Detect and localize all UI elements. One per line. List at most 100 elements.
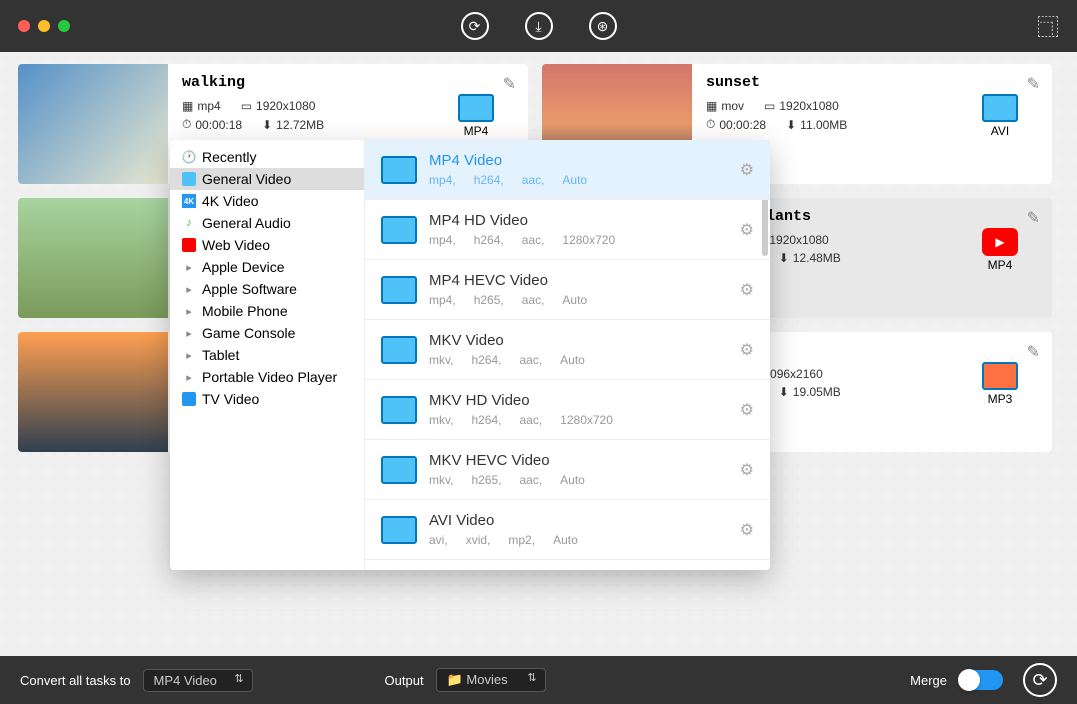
duration-meta: ⏱ 00:00:28	[706, 117, 766, 132]
thumbnail	[18, 64, 168, 184]
format-mkv-video[interactable]: MKV Video mkv,h264,aac,Auto ⚙	[365, 320, 770, 380]
category-general-video[interactable]: General Video	[170, 168, 364, 190]
format-label: MP4	[982, 258, 1018, 272]
output-label: Output	[385, 673, 424, 688]
thumbnail	[18, 198, 168, 318]
output-format-badge[interactable]: MP3	[982, 362, 1018, 406]
gear-icon[interactable]: ⚙	[740, 220, 754, 240]
clock-icon	[182, 150, 196, 164]
convert-button[interactable]: ⟳	[1023, 663, 1057, 697]
edit-icon[interactable]: ✎	[1027, 74, 1040, 94]
gear-icon[interactable]: ⚙	[740, 340, 754, 360]
top-nav: ⟳ ⤓ ⊛	[461, 12, 617, 40]
mp4-hd-icon	[381, 216, 417, 244]
format-title: MP4 HEVC Video	[429, 272, 728, 289]
output-folder-select[interactable]: 📁 Movies	[436, 668, 546, 692]
category-mobile-phone[interactable]: Mobile Phone	[170, 300, 364, 322]
format-title: MP4 Video	[429, 152, 728, 169]
chevron-right-icon	[182, 370, 196, 384]
gear-icon[interactable]: ⚙	[740, 460, 754, 480]
format-specs: mp4,h265,aac,Auto	[429, 293, 728, 307]
format-mp4-hd-video[interactable]: MP4 HD Video mp4,h264,aac,1280x720 ⚙	[365, 200, 770, 260]
media-tab-icon[interactable]: ⊛	[589, 12, 617, 40]
category-tv-video[interactable]: TV Video	[170, 388, 364, 410]
format-mp4-video[interactable]: MP4 Video mp4,h264,aac,Auto ⚙	[365, 140, 770, 200]
video-title: walking	[182, 74, 514, 91]
resolution-meta: ▭ 1920x1080	[764, 99, 839, 113]
size-meta: ⬇ 19.05MB	[779, 385, 841, 399]
format-specs: mkv,h265,aac,Auto	[429, 473, 728, 487]
audio-icon	[182, 216, 196, 230]
format-icon	[458, 94, 494, 122]
size-meta: ⬇ 11.00MB	[786, 117, 847, 132]
format-mp4-hevc-video[interactable]: MP4 HEVC Video mp4,h265,aac,Auto ⚙	[365, 260, 770, 320]
close-window-button[interactable]	[18, 20, 30, 32]
merge-label: Merge	[910, 673, 947, 688]
size-meta: ⬇ 12.48MB	[779, 251, 841, 265]
merge-toggle[interactable]	[959, 670, 1003, 690]
output-format-badge[interactable]: AVI	[982, 94, 1018, 138]
format-specs: mkv,h264,aac,Auto	[429, 353, 728, 367]
maximize-window-button[interactable]	[58, 20, 70, 32]
category-general-audio[interactable]: General Audio	[170, 212, 364, 234]
web-icon	[182, 238, 196, 252]
chevron-right-icon	[182, 304, 196, 318]
edit-icon[interactable]: ✎	[503, 74, 516, 94]
bottom-bar: Convert all tasks to MP4 Video Output 📁 …	[0, 656, 1077, 704]
format-title: AVI Video	[429, 512, 728, 529]
convert-tab-icon[interactable]: ⟳	[461, 12, 489, 40]
category-4k-video[interactable]: 4K4K Video	[170, 190, 364, 212]
category-apple-software[interactable]: Apple Software	[170, 278, 364, 300]
format-icon	[982, 94, 1018, 122]
tv-icon	[182, 392, 196, 406]
resolution-meta: ▭ 1920x1080	[241, 99, 316, 113]
format-title: MKV HEVC Video	[429, 452, 728, 469]
size-meta: ⬇ 12.72MB	[262, 117, 324, 132]
mp3-icon	[982, 362, 1018, 390]
mkv-hd-icon	[381, 396, 417, 424]
gear-icon[interactable]: ⚙	[740, 520, 754, 540]
format-mkv-hd-video[interactable]: MKV HD Video mkv,h264,aac,1280x720 ⚙	[365, 380, 770, 440]
format-mkv-hevc-video[interactable]: MKV HEVC Video mkv,h265,aac,Auto ⚙	[365, 440, 770, 500]
output-format-badge[interactable]: MP4	[458, 94, 494, 138]
format-list[interactable]: MP4 Video mp4,h264,aac,Auto ⚙ MP4 HD Vid…	[365, 140, 770, 570]
format-specs: avi,xvid,mp2,Auto	[429, 533, 728, 547]
category-portable-video-player[interactable]: Portable Video Player	[170, 366, 364, 388]
youtube-icon	[982, 228, 1018, 256]
convert-format-select[interactable]: MP4 Video	[143, 669, 253, 692]
format-label: MP3	[982, 392, 1018, 406]
mkv-hevc-icon	[381, 456, 417, 484]
format-label: MP4	[458, 124, 494, 138]
mp4-hevc-icon	[381, 276, 417, 304]
category-apple-device[interactable]: Apple Device	[170, 256, 364, 278]
toolbox-icon[interactable]: ⿹	[1037, 10, 1059, 42]
minimize-window-button[interactable]	[38, 20, 50, 32]
category-recently[interactable]: Recently	[170, 146, 364, 168]
format-specs: mp4,h264,aac,1280x720	[429, 233, 728, 247]
gear-icon[interactable]: ⚙	[740, 280, 754, 300]
category-game-console[interactable]: Game Console	[170, 322, 364, 344]
chevron-right-icon	[182, 326, 196, 340]
gear-icon[interactable]: ⚙	[740, 400, 754, 420]
edit-icon[interactable]: ✎	[1027, 342, 1040, 362]
convert-all-label: Convert all tasks to	[20, 673, 131, 688]
chevron-right-icon	[182, 282, 196, 296]
video-title: sunset	[706, 74, 1038, 91]
gear-icon[interactable]: ⚙	[740, 160, 754, 180]
format-meta: ▦ mp4	[182, 99, 221, 113]
category-list: Recently General Video 4K4K Video Genera…	[170, 140, 365, 570]
category-tablet[interactable]: Tablet	[170, 344, 364, 366]
format-avi-video[interactable]: AVI Video avi,xvid,mp2,Auto ⚙	[365, 500, 770, 560]
download-tab-icon[interactable]: ⤓	[525, 12, 553, 40]
duration-meta: ⏱ 00:00:18	[182, 117, 242, 132]
format-title: MKV HD Video	[429, 392, 728, 409]
format-dropdown: Recently General Video 4K4K Video Genera…	[170, 140, 770, 570]
video-icon	[182, 172, 196, 186]
format-meta: ▦ mov	[706, 99, 744, 113]
titlebar: ⟳ ⤓ ⊛ ⿹	[0, 0, 1077, 52]
category-web-video[interactable]: Web Video	[170, 234, 364, 256]
edit-icon[interactable]: ✎	[1027, 208, 1040, 228]
avi-icon	[381, 516, 417, 544]
output-format-badge[interactable]: MP4	[982, 228, 1018, 272]
format-title: MP4 HD Video	[429, 212, 728, 229]
